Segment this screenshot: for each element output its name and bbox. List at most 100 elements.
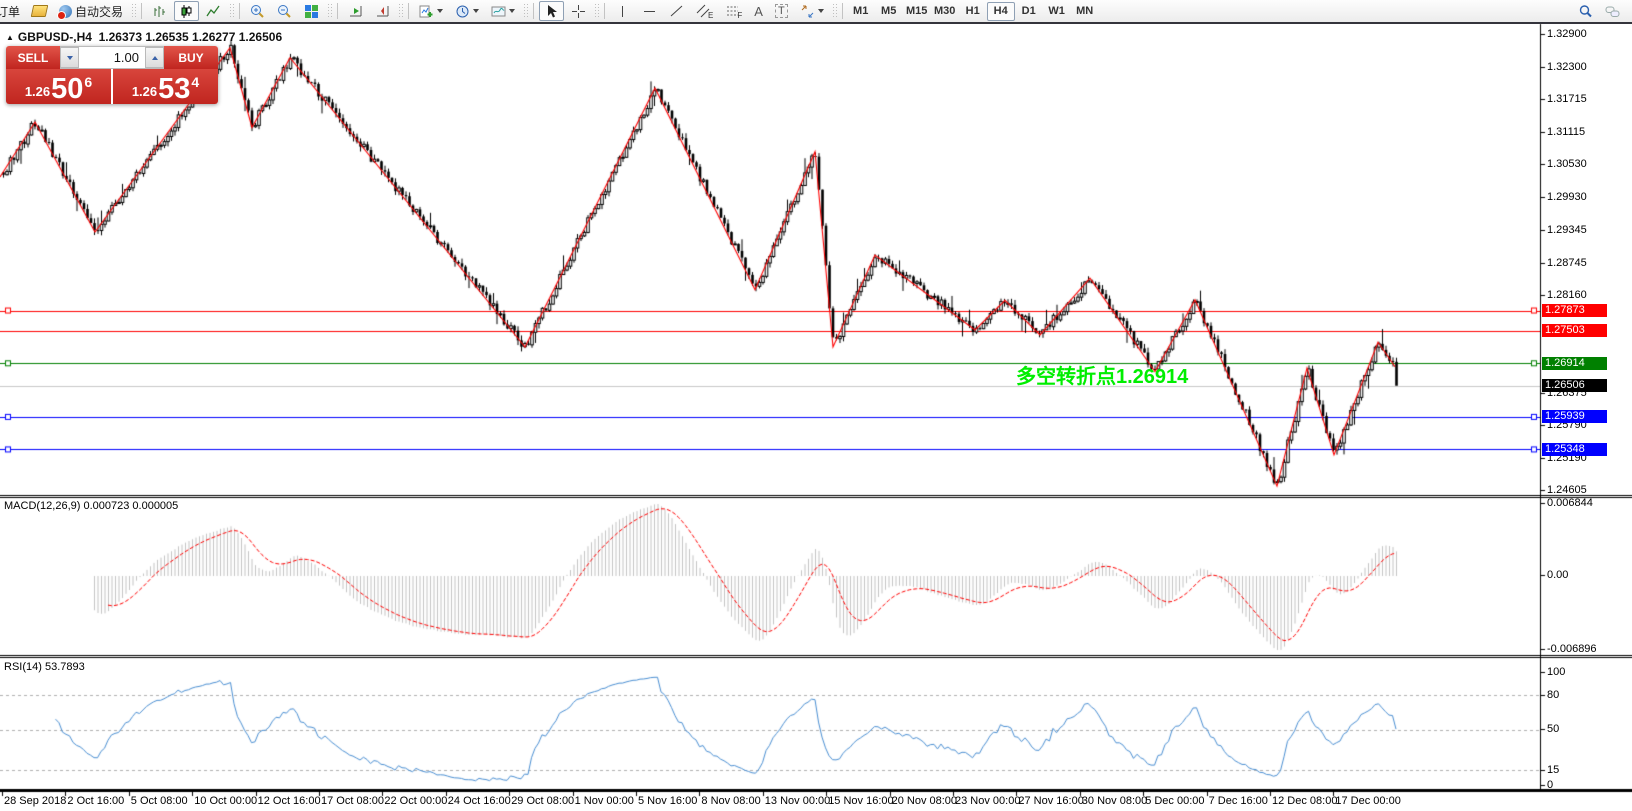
zoom-in-icon	[250, 4, 265, 19]
volume-input[interactable]: 1.00	[79, 47, 145, 68]
indicators-add-icon	[419, 4, 434, 19]
horizontal-line-tool[interactable]	[637, 1, 662, 21]
autotrading-icon	[59, 5, 72, 18]
new-order-button[interactable]: 订单	[0, 1, 25, 21]
price-badge-1.27503: 1.27503	[1542, 324, 1607, 337]
chart-title: ▲ GBPUSD-,H4 1.26373 1.26535 1.26277 1.26…	[6, 30, 282, 44]
price-tick-1.32300: 1.32300	[1547, 61, 1587, 73]
buy-button[interactable]: BUY	[164, 46, 218, 69]
arrows-tool[interactable]	[795, 1, 829, 21]
toolbar-grip	[131, 3, 136, 19]
current-price-badge: 1.26506	[1542, 379, 1607, 392]
toolbar-grip	[594, 3, 599, 19]
buy-price[interactable]: 1.26 53 4	[113, 69, 218, 104]
autoscroll-icon	[348, 4, 363, 19]
rsi-axis-15: 15	[1547, 764, 1559, 776]
periods-button[interactable]	[450, 1, 484, 21]
timeframe-m1[interactable]: M1	[847, 2, 875, 21]
arrows-icon	[800, 4, 815, 19]
text-tool-icon: A	[754, 4, 763, 19]
macd-axis-zero: 0.00	[1547, 569, 1568, 581]
sell-price[interactable]: 1.26 50 6	[6, 69, 111, 104]
bar-chart-button[interactable]	[147, 1, 172, 21]
cursor-icon	[544, 4, 559, 19]
zoom-out-button[interactable]	[272, 1, 297, 21]
timeframe-w1[interactable]: W1	[1043, 2, 1071, 21]
cursor-tool-button[interactable]	[539, 1, 564, 21]
date-tick: 30 Nov 08:00	[1082, 795, 1147, 807]
history-center-icon	[31, 5, 49, 17]
ohlc-values: 1.26373 1.26535 1.26277 1.26506	[99, 30, 283, 44]
volume-increase-button[interactable]	[145, 47, 164, 68]
volume-box: 1.00	[60, 46, 164, 69]
macd-axis-min: -0.006896	[1547, 643, 1597, 655]
candlestick-chart-button[interactable]	[174, 1, 199, 21]
text-tool[interactable]: A	[749, 1, 768, 21]
date-tick: 17 Dec 00:00	[1335, 795, 1400, 807]
chat-button[interactable]	[1600, 1, 1625, 21]
sell-button[interactable]: SELL	[6, 46, 60, 69]
timeframe-m5[interactable]: M5	[875, 2, 903, 21]
toolbar: 订单 自动交易 E F A T	[0, 0, 1632, 24]
price-tick-1.31115: 1.31115	[1547, 126, 1585, 138]
history-center-button[interactable]	[27, 1, 52, 21]
date-tick: 2 Oct 16:00	[67, 795, 124, 807]
mt4-window: 订单 自动交易 E F A T	[0, 0, 1632, 811]
templates-button[interactable]	[486, 1, 520, 21]
date-tick: 10 Oct 00:00	[194, 795, 257, 807]
rsi-axis-100: 100	[1547, 666, 1565, 678]
text-label-icon: T	[775, 4, 788, 18]
toolbar-right	[1572, 1, 1632, 21]
date-tick: 20 Nov 08:00	[892, 795, 957, 807]
timeframe-m15[interactable]: M15	[903, 2, 931, 21]
turning-point-annotation: 多空转折点1.26914	[1016, 360, 1188, 389]
timeframe-m30[interactable]: M30	[931, 2, 959, 21]
chart-canvas[interactable]	[0, 0, 1632, 811]
price-tick-1.28160: 1.28160	[1547, 289, 1587, 301]
vertical-line-tool[interactable]	[610, 1, 635, 21]
toolbar-grip	[832, 3, 837, 19]
dropdown-caret	[509, 9, 515, 13]
chart-shift-icon	[375, 4, 390, 19]
crosshair-tool-button[interactable]	[566, 1, 591, 21]
timeframe-d1[interactable]: D1	[1015, 2, 1043, 21]
timeframe-mn[interactable]: MN	[1071, 2, 1099, 21]
symbol-label: GBPUSD-,H4	[18, 30, 92, 44]
text-label-tool[interactable]: T	[770, 1, 793, 21]
price-tick-1.29930: 1.29930	[1547, 191, 1587, 203]
volume-decrease-button[interactable]	[60, 47, 79, 68]
timeframe-h4[interactable]: H4	[987, 2, 1015, 21]
channel-tool[interactable]: E	[691, 1, 718, 21]
fibonacci-tool[interactable]: F	[720, 1, 747, 21]
channel-sub-label: E	[708, 11, 713, 20]
crosshair-icon	[571, 4, 586, 19]
tile-windows-button[interactable]	[299, 1, 324, 21]
price-badge-1.25939: 1.25939	[1542, 410, 1607, 423]
autoscroll-button[interactable]	[343, 1, 368, 21]
price-badge-1.25348: 1.25348	[1542, 443, 1607, 456]
chart-shift-button[interactable]	[370, 1, 395, 21]
date-tick: 28 Sep 2018	[4, 795, 66, 807]
line-chart-button[interactable]	[201, 1, 226, 21]
price-badge-1.27873: 1.27873	[1542, 304, 1607, 317]
rsi-axis-0: 0	[1547, 779, 1553, 791]
trendline-icon	[669, 4, 684, 19]
search-button[interactable]	[1573, 1, 1598, 21]
trendline-tool[interactable]	[664, 1, 689, 21]
indicators-button[interactable]	[414, 1, 448, 21]
toolbar-grip	[523, 3, 528, 19]
dropdown-caret	[437, 9, 443, 13]
timeframe-h1[interactable]: H1	[959, 2, 987, 21]
autotrading-button[interactable]: 自动交易	[54, 1, 128, 21]
separator	[604, 3, 605, 19]
bar-chart-icon	[152, 4, 167, 19]
zoom-in-button[interactable]	[245, 1, 270, 21]
periods-clock-icon	[455, 4, 470, 19]
rsi-indicator-label: RSI(14) 53.7893	[4, 661, 85, 673]
collapse-ohlc-icon[interactable]: ▲	[6, 33, 14, 42]
toolbar-grip	[398, 3, 403, 19]
date-tick: 29 Oct 08:00	[511, 795, 574, 807]
tile-windows-icon	[304, 4, 319, 19]
candlestick-chart-icon	[179, 4, 194, 19]
templates-icon	[491, 4, 506, 19]
